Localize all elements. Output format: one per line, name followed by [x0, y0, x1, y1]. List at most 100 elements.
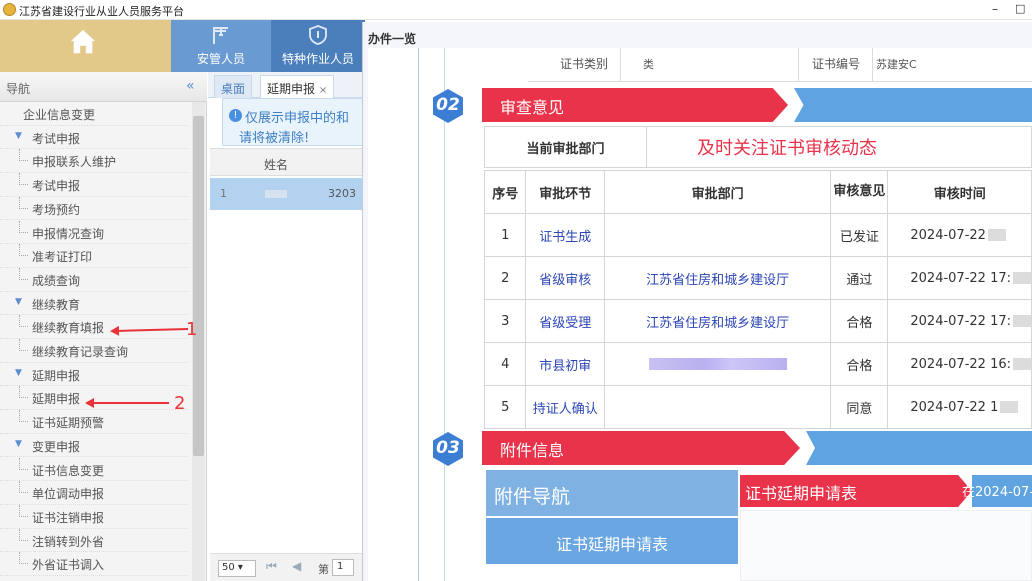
- sidebar-item[interactable]: 成绩查询: [0, 267, 188, 292]
- tab-extension-declaration[interactable]: 延期申报 ×: [260, 75, 335, 98]
- column-header-name[interactable]: 姓名: [264, 156, 288, 173]
- first-page-icon[interactable]: ⏮: [266, 559, 277, 574]
- cell-opinion-text: 合格: [846, 315, 873, 331]
- cell-time-text: 2024-07-22 16:: [910, 356, 1011, 372]
- expand-icon[interactable]: ▼: [15, 439, 22, 449]
- cell-no: 4: [483, 342, 527, 386]
- cell-dept[interactable]: [604, 385, 832, 429]
- cert-type-label: 证书类别: [560, 57, 609, 71]
- attachment-nav-item[interactable]: 证书延期申请表: [486, 518, 738, 564]
- table-row: 5 持证人确认 同意 2024-07-22 1: [483, 385, 1032, 429]
- sidebar-item[interactable]: 证书信息变更: [0, 457, 188, 482]
- section-title: 附件信息: [482, 431, 800, 465]
- section-header-bar: [806, 431, 1032, 465]
- sidebar-item[interactable]: 注销转到外省: [0, 528, 188, 553]
- redacted-time: [1000, 401, 1019, 413]
- sidebar-group[interactable]: ▼ 考试申报: [0, 126, 188, 150]
- sidebar-group[interactable]: ▼ 变更申报: [0, 434, 188, 458]
- cell-dept[interactable]: 江苏省住房和城乡建设厅: [604, 299, 832, 343]
- cell-no: 5: [483, 385, 527, 429]
- redacted-time: [987, 229, 1006, 241]
- header-dept: 审批部门: [604, 170, 832, 214]
- nav-tile-special-workers[interactable]: 特种作业人员: [271, 20, 365, 72]
- cell-dept[interactable]: [604, 342, 832, 386]
- nav-tile-safety-staff[interactable]: 安管人员: [171, 20, 271, 72]
- cell-time: 2024-07-22 16:: [887, 342, 1032, 386]
- sidebar-item-label: 证书注销申报: [32, 510, 105, 525]
- cell-dept[interactable]: 江苏省住房和城乡建设厅: [604, 256, 832, 300]
- home-icon: [70, 29, 96, 54]
- cell-dept[interactable]: [604, 213, 832, 257]
- tree-connector: [19, 457, 28, 470]
- sidebar-item[interactable]: 申报联系人维护: [0, 149, 188, 174]
- sidebar-group[interactable]: ▼ 延期申报: [0, 363, 188, 387]
- table-row: 2 省级审核 江苏省住房和城乡建设厅 通过 2024-07-22 17:: [483, 256, 1032, 300]
- sidebar-item[interactable]: 证书延期预警: [0, 410, 188, 434]
- sidebar-item[interactable]: 考试申报: [0, 173, 188, 197]
- table-row: 1 证书生成 已发证 2024-07-22: [483, 213, 1032, 257]
- tree-connector: [19, 504, 28, 517]
- cell-step[interactable]: 市县初审: [525, 342, 606, 386]
- sidebar-item[interactable]: 证书注销申报: [0, 504, 188, 529]
- expand-icon[interactable]: ▼: [15, 131, 22, 141]
- current-dept-label: 当前审批部门: [484, 126, 647, 168]
- section-header-bar: [794, 88, 1032, 122]
- tab-desktop[interactable]: 桌面: [214, 75, 253, 98]
- prev-page-icon[interactable]: ◀: [292, 559, 301, 573]
- section-badge-03: 03: [430, 431, 466, 467]
- cert-number-value: 苏建安C: [876, 58, 917, 71]
- divider: [798, 48, 799, 82]
- approval-table: 序号 审批环节 审批部门 审核意见 审核时间 1 证书生成 已发证 2024-07-2…: [483, 170, 1032, 429]
- cell-time: 2024-07-22 1: [887, 385, 1032, 429]
- sidebar-item-label: 单位调动申报: [32, 487, 105, 502]
- table-row[interactable]: 1 3203: [210, 178, 365, 210]
- sidebar-item[interactable]: 申报情况查询: [0, 220, 188, 245]
- tree-connector: [19, 149, 28, 162]
- cell-step[interactable]: 省级审核: [525, 256, 606, 300]
- pager: 50 ▾ ⏮ ◀ 第 1: [210, 553, 365, 581]
- row-number: 1: [220, 187, 227, 200]
- redacted-time: [1013, 272, 1031, 284]
- expand-icon[interactable]: ▼: [15, 297, 22, 307]
- cell-no: 2: [483, 256, 527, 300]
- sidebar-item[interactable]: 延期申报: [0, 386, 188, 411]
- sidebar-item[interactable]: 单位调动申报: [0, 481, 188, 505]
- section-header-attachments: 附件信息: [482, 431, 1032, 465]
- cell-step[interactable]: 省级受理: [525, 299, 606, 343]
- sidebar-item[interactable]: 外省证书调入: [0, 552, 188, 576]
- close-icon[interactable]: ×: [319, 85, 327, 96]
- cell-step[interactable]: 持证人确认: [525, 385, 606, 429]
- divider: [444, 48, 445, 581]
- home-tile[interactable]: [0, 20, 171, 72]
- attachment-title: 证书延期申请表: [740, 475, 972, 507]
- sidebar: 导航 « 企业信息变更 ▼ 考试申报 申报联系人维护 考试申报 考场预约 申报情况查询 准考证…: [0, 72, 207, 581]
- expand-icon[interactable]: ▼: [15, 368, 22, 378]
- collapse-icon[interactable]: «: [186, 78, 195, 94]
- cell-step-text: 市县初审: [539, 358, 592, 374]
- sidebar-group[interactable]: ▼ 继续教育: [0, 292, 188, 316]
- tab-bar: 桌面 延期申报 ×: [208, 72, 365, 98]
- sidebar-item-label: 企业信息变更: [23, 108, 96, 122]
- notice-box: ! 仅展示申报中的和 请将被清除!: [222, 98, 365, 146]
- sidebar-item[interactable]: 准考证打印: [0, 244, 188, 268]
- cell-step[interactable]: 证书生成: [525, 213, 606, 257]
- cell-no: 3: [483, 299, 527, 343]
- page-input[interactable]: 1: [332, 559, 354, 576]
- redacted-name: [265, 190, 287, 198]
- minimize-button[interactable]: –: [985, 2, 1005, 18]
- sidebar-item[interactable]: 企业信息变更: [0, 102, 188, 126]
- tree-connector: [19, 552, 28, 565]
- page-size-select[interactable]: 50 ▾: [218, 560, 256, 577]
- maximize-button[interactable]: □: [1015, 2, 1032, 18]
- attachment-date: 在2024-07-: [962, 485, 1032, 500]
- tree-connector: [19, 386, 28, 399]
- sidebar-item[interactable]: 继续教育记录查询: [0, 339, 188, 363]
- scrollbar-thumb[interactable]: [193, 116, 204, 456]
- shield-icon: [309, 25, 327, 45]
- sidebar-item[interactable]: 考场预约: [0, 196, 188, 221]
- sidebar-item[interactable]: 继续教育填报: [0, 315, 188, 339]
- section-title: 审查意见: [482, 88, 788, 122]
- section-header-review: 审查意见: [482, 88, 1032, 122]
- cell-no-text: 3: [501, 313, 510, 329]
- table-row: 3 省级受理 江苏省住房和城乡建设厅 合格 2024-07-22 17:: [483, 299, 1032, 343]
